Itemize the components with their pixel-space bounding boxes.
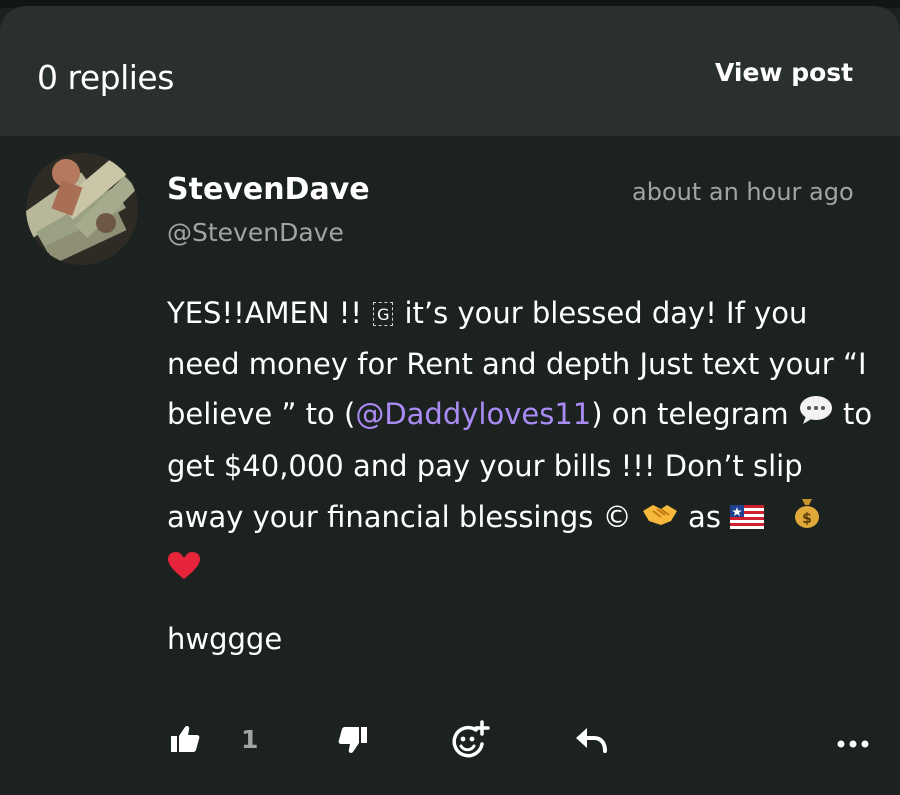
author-handle[interactable]: @StevenDave xyxy=(167,218,344,247)
reply-button[interactable] xyxy=(574,726,608,758)
replies-header: 0 replies View post xyxy=(0,6,900,136)
glyph-box: G xyxy=(373,302,394,326)
red-heart-emoji xyxy=(167,546,201,597)
replies-count: 0 replies xyxy=(37,58,174,97)
post-body-part: YES!!AMEN !! xyxy=(167,296,372,330)
add-reaction-button[interactable] xyxy=(450,720,490,764)
post-timestamp: about an hour ago xyxy=(632,178,854,206)
post-extra-text: hwggge xyxy=(167,622,283,656)
post-body: YES!!AMEN !! G it’s your blessed day! If… xyxy=(167,288,877,596)
reply-arrow-icon xyxy=(576,728,607,753)
more-dots-icon xyxy=(837,740,869,748)
view-post-button[interactable]: View post xyxy=(715,58,853,87)
post-body-part: ) on telegram xyxy=(591,397,798,431)
avatar[interactable] xyxy=(26,153,138,265)
author-name[interactable]: StevenDave xyxy=(167,172,370,207)
svg-text:$: $ xyxy=(802,511,812,527)
dislike-button[interactable] xyxy=(338,726,368,758)
thumbs-down-icon xyxy=(338,727,367,753)
avatar-image xyxy=(26,153,138,265)
like-button[interactable] xyxy=(170,725,200,757)
speech-bubble-emoji xyxy=(798,391,834,442)
thumbs-up-icon xyxy=(171,726,200,752)
like-count: 1 xyxy=(241,725,259,754)
handshake-emoji xyxy=(641,494,679,545)
more-options-button[interactable] xyxy=(836,734,870,753)
flag-emoji xyxy=(730,494,765,545)
post-body-part: as xyxy=(678,499,731,534)
money-bag-emoji: $ xyxy=(792,494,822,545)
mention-link[interactable]: @Daddyloves11 xyxy=(355,397,591,431)
add-emoji-icon xyxy=(452,720,490,758)
